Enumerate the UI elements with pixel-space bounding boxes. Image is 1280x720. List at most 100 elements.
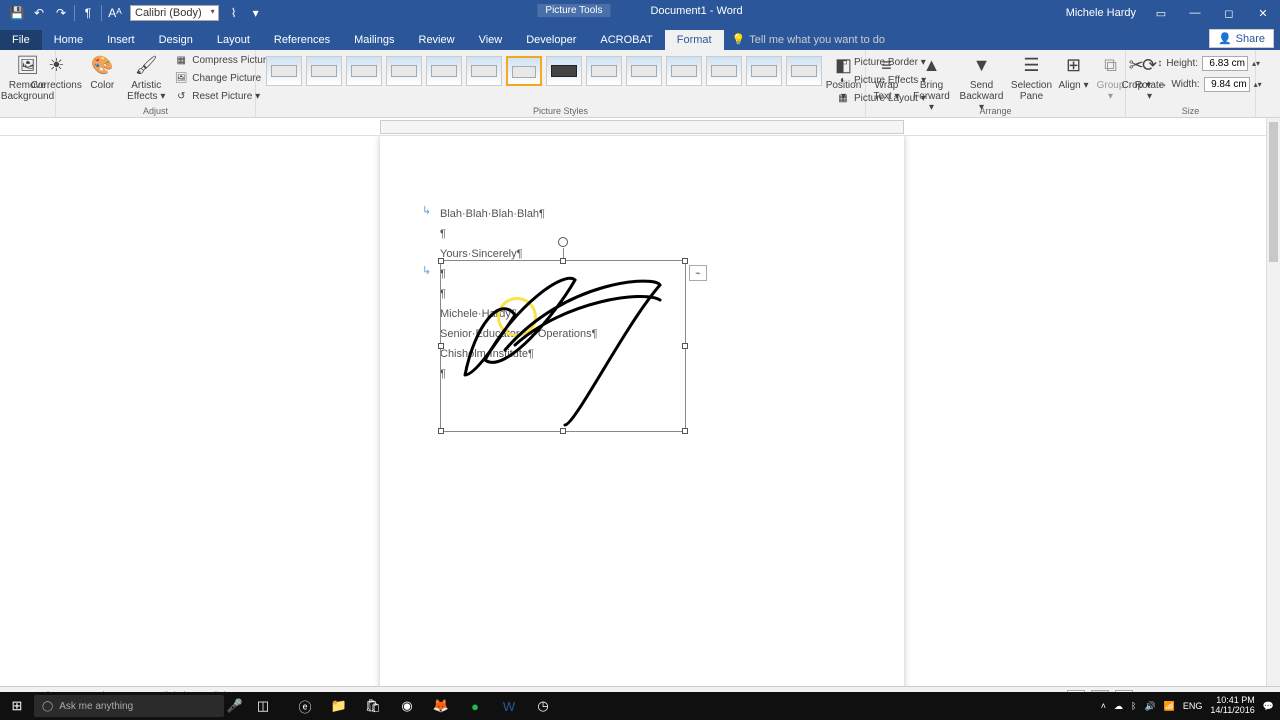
tray-up-icon[interactable]: ˄ (1101, 701, 1106, 711)
resize-handle[interactable] (438, 428, 444, 434)
tab-developer[interactable]: Developer (514, 30, 588, 50)
wrap-text-button[interactable]: ≡Wrap Text ▾ (868, 52, 906, 102)
group-label-size: Size (1126, 106, 1255, 116)
qat-more-icon[interactable]: ▾ (245, 2, 267, 24)
position-button[interactable]: ◧Position ▾ (824, 52, 864, 102)
style-thumb-selected[interactable] (506, 56, 542, 86)
task-view-icon[interactable]: ◫ (246, 692, 280, 720)
style-thumb[interactable] (786, 56, 822, 86)
close-icon[interactable]: ✕ (1246, 0, 1280, 26)
undo-icon[interactable]: ↶ (28, 2, 50, 24)
context-tab-label: Picture Tools (537, 4, 610, 17)
bulb-icon: 💡 (732, 33, 746, 46)
save-icon[interactable]: 💾 (6, 2, 28, 24)
tab-mailings[interactable]: Mailings (342, 30, 406, 50)
redo-icon[interactable]: ↷ (50, 2, 72, 24)
align-button[interactable]: ⊞Align ▾ (1058, 52, 1090, 91)
onedrive-icon[interactable]: ☁ (1114, 701, 1123, 712)
spotify-icon[interactable]: ● (458, 692, 492, 720)
store-icon[interactable]: 🛍 (356, 692, 390, 720)
tell-me-search[interactable]: 💡Tell me what you want to do (724, 29, 893, 50)
title-bar: 💾 ↶ ↷ ¶ Aᴬ Calibri (Body) ⌇ ▾ Picture To… (0, 0, 1280, 26)
hierarchy-icon[interactable]: ⌇ (223, 2, 245, 24)
bring-forward-button[interactable]: ▲Bring Forward ▾ (910, 52, 954, 113)
width-input[interactable] (1204, 77, 1250, 92)
layout-options-button[interactable]: ⌁ (689, 265, 707, 281)
ribbon-tabs: File Home Insert Design Layout Reference… (0, 26, 1280, 50)
notifications-icon[interactable]: 💬 (1263, 701, 1274, 712)
scrollbar-vertical[interactable] (1266, 118, 1280, 686)
keyboard-lang[interactable]: ENG (1183, 701, 1203, 711)
tab-file[interactable]: File (0, 30, 42, 50)
style-thumb[interactable] (386, 56, 422, 86)
style-thumb[interactable] (626, 56, 662, 86)
tab-home[interactable]: Home (42, 30, 95, 50)
explorer-icon[interactable]: 📁 (322, 692, 356, 720)
rotate-handle[interactable] (558, 237, 568, 247)
width-label: Width: (1171, 79, 1199, 90)
selected-picture[interactable]: ⌁ (440, 260, 686, 432)
style-thumb[interactable] (466, 56, 502, 86)
style-thumb[interactable] (586, 56, 622, 86)
tab-layout[interactable]: Layout (205, 30, 262, 50)
resize-handle[interactable] (438, 258, 444, 264)
mic-icon[interactable]: 🎤 (224, 692, 246, 720)
style-thumb[interactable] (706, 56, 742, 86)
send-backward-button[interactable]: ▼Send Backward ▾ (958, 52, 1006, 113)
signature-image (445, 265, 683, 429)
chrome-icon[interactable]: ◉ (390, 692, 424, 720)
cortana-search[interactable]: ◯Ask me anything (34, 695, 224, 717)
wrap-icon: ≡ (873, 54, 901, 78)
ribbon-options-icon[interactable]: ▭ (1144, 0, 1178, 26)
start-button[interactable]: ⊞ (0, 692, 34, 720)
selection-pane-button[interactable]: ☰Selection Pane (1010, 52, 1054, 102)
document-canvas[interactable]: ↳ ↳ Blah·Blah·Blah·Blah¶ ¶ Yours·Sincere… (0, 136, 1266, 694)
corrections-button[interactable]: ☀Corrections (32, 52, 80, 91)
tab-acrobat[interactable]: ACROBAT (588, 30, 664, 50)
style-thumb[interactable] (266, 56, 302, 86)
style-thumb[interactable] (746, 56, 782, 86)
artistic-effects-button[interactable]: 🖌Artistic Effects ▾ (124, 52, 168, 102)
cortana-icon: ◯ (42, 701, 53, 712)
scroll-thumb[interactable] (1269, 122, 1278, 262)
styles-icon[interactable]: Aᴬ (104, 2, 126, 24)
word-icon[interactable]: W (492, 692, 526, 720)
resize-handle[interactable] (438, 343, 444, 349)
text-line: Blah·Blah·Blah·Blah¶ (440, 204, 598, 224)
tab-format[interactable]: Format (665, 30, 724, 50)
anchor-icon: ↳ (422, 264, 431, 277)
tab-design[interactable]: Design (147, 30, 205, 50)
style-thumb[interactable] (546, 56, 582, 86)
corrections-icon: ☀ (42, 54, 70, 78)
share-button[interactable]: 👤Share (1209, 29, 1274, 48)
tab-references[interactable]: References (262, 30, 342, 50)
group-label-styles: Picture Styles (256, 106, 865, 116)
maximize-icon[interactable]: ◻ (1212, 0, 1246, 26)
app-icon[interactable]: ◷ (526, 692, 560, 720)
user-name[interactable]: Michele Hardy (1066, 7, 1136, 19)
bluetooth-icon[interactable]: ᛒ (1131, 701, 1136, 711)
volume-icon[interactable]: 🔊 (1144, 701, 1155, 712)
para-icon[interactable]: ¶ (77, 2, 99, 24)
resize-handle[interactable] (560, 258, 566, 264)
style-thumb[interactable] (346, 56, 382, 86)
crop-button[interactable]: ✂Crop ▾ (1119, 52, 1153, 91)
picture-styles-gallery[interactable] (262, 52, 826, 86)
edge-icon[interactable]: ⓔ (288, 692, 322, 720)
tab-review[interactable]: Review (407, 30, 467, 50)
resize-handle[interactable] (682, 258, 688, 264)
ruler-horizontal[interactable] (0, 118, 1280, 136)
style-thumb[interactable] (426, 56, 462, 86)
clock[interactable]: 10:41 PM14/11/2016 (1210, 696, 1254, 716)
color-button[interactable]: 🎨Color (84, 52, 120, 91)
font-selector[interactable]: Calibri (Body) (130, 5, 219, 21)
tab-insert[interactable]: Insert (95, 30, 147, 50)
reset-icon: ↺ (174, 89, 188, 103)
firefox-icon[interactable]: 🦊 (424, 692, 458, 720)
minimize-icon[interactable]: — (1178, 0, 1212, 26)
height-input[interactable] (1202, 56, 1248, 71)
network-icon[interactable]: 📶 (1164, 701, 1175, 712)
tab-view[interactable]: View (467, 30, 515, 50)
style-thumb[interactable] (666, 56, 702, 86)
style-thumb[interactable] (306, 56, 342, 86)
